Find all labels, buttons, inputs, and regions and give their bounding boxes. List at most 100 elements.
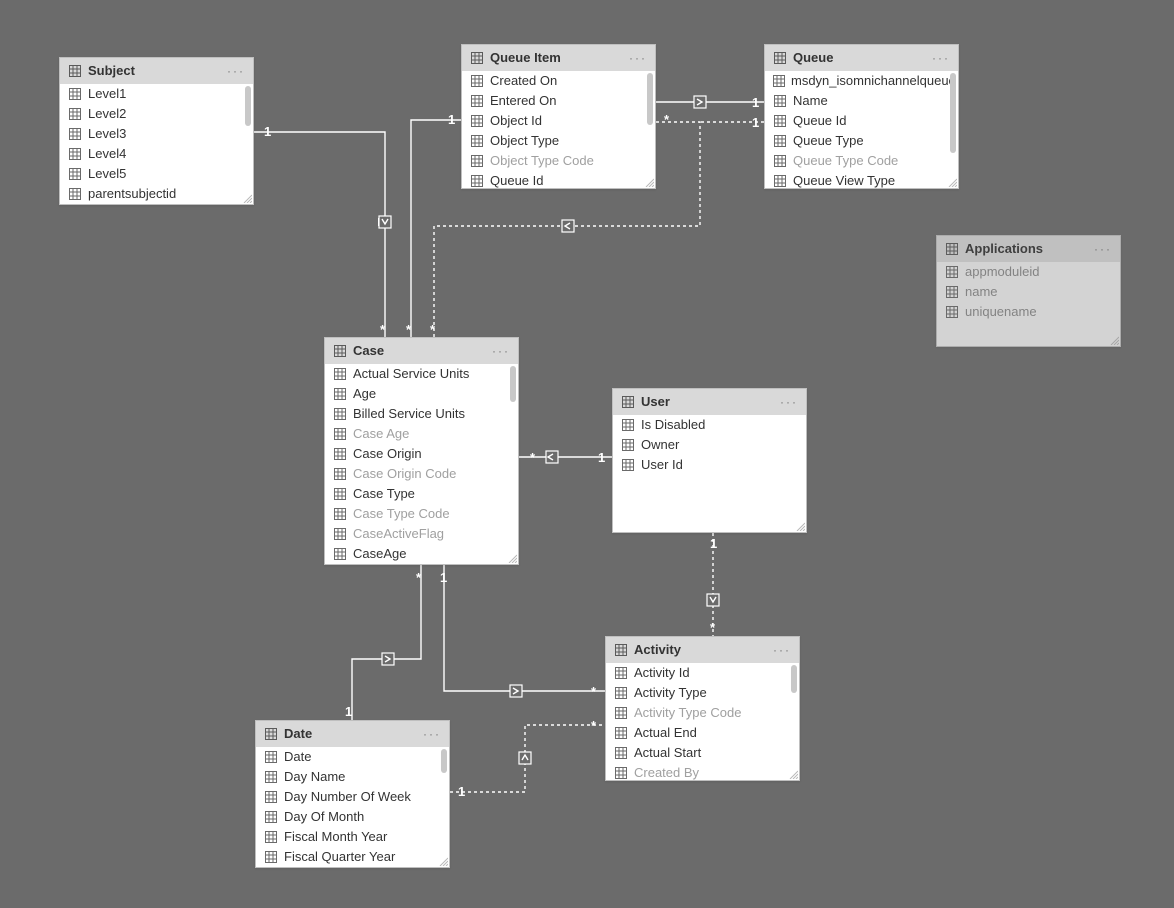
field-row[interactable]: Name — [765, 91, 958, 111]
field-row[interactable]: Activity Type Code — [606, 703, 799, 723]
entity-menu-button[interactable]: ··· — [629, 51, 647, 65]
field-row[interactable]: Billed Service Units — [325, 404, 518, 424]
field-row[interactable]: Case Age — [325, 424, 518, 444]
field-row[interactable]: Object Id — [462, 111, 655, 131]
table-icon — [470, 51, 484, 65]
field-label: Level5 — [88, 166, 126, 181]
scrollbar-thumb[interactable] — [791, 665, 797, 693]
entity-header[interactable]: Applications··· — [937, 236, 1120, 262]
entity-date[interactable]: Date···DateDay NameDay Number Of WeekDay… — [255, 720, 450, 868]
entity-header[interactable]: Subject··· — [60, 58, 253, 84]
entity-queue[interactable]: Queue···msdyn_isomnichannelqueue Name Queu… — [764, 44, 959, 189]
table-icon — [614, 643, 628, 657]
field-row[interactable]: Is Disabled — [613, 415, 806, 435]
field-row[interactable]: Level4 — [60, 144, 253, 164]
field-row[interactable]: Activity Type — [606, 683, 799, 703]
resize-grip[interactable] — [788, 769, 798, 779]
entity-menu-button[interactable]: ··· — [423, 727, 441, 741]
scrollbar-thumb[interactable] — [950, 73, 956, 153]
entity-menu-button[interactable]: ··· — [780, 395, 798, 409]
diagram-canvas[interactable]: Subject··· Level1 Level2Level3Level4 Level5… — [0, 0, 1174, 908]
field-row[interactable]: Owner — [613, 435, 806, 455]
entity-header[interactable]: User··· — [613, 389, 806, 415]
field-row[interactable]: CaseActiveFlag — [325, 524, 518, 544]
field-row[interactable]: Level2 — [60, 104, 253, 124]
column-icon — [333, 367, 347, 381]
field-row[interactable]: Actual End — [606, 723, 799, 743]
scrollbar-thumb[interactable] — [441, 749, 447, 773]
field-row[interactable]: name — [937, 282, 1120, 302]
column-icon — [68, 107, 82, 121]
entity-subject[interactable]: Subject··· Level1 Level2Level3Level4 Level5… — [59, 57, 254, 205]
field-row[interactable]: Level1 — [60, 84, 253, 104]
field-row[interactable]: Actual Service Units — [325, 364, 518, 384]
scrollbar-thumb[interactable] — [245, 86, 251, 126]
resize-grip[interactable] — [507, 553, 517, 563]
resize-grip[interactable] — [438, 856, 448, 866]
field-row[interactable]: Queue View Type — [765, 171, 958, 188]
cardinality-label: 1 — [710, 536, 717, 551]
cardinality-label: 1 — [440, 570, 447, 585]
entity-activity[interactable]: Activity···Activity IdActivity TypeActiv… — [605, 636, 800, 781]
field-label: Level1 — [88, 86, 126, 101]
resize-grip[interactable] — [947, 177, 957, 187]
resize-grip[interactable] — [644, 177, 654, 187]
field-label: Queue Id — [793, 113, 847, 128]
field-row[interactable]: Level3 — [60, 124, 253, 144]
field-row[interactable]: Activity Id — [606, 663, 799, 683]
field-row[interactable]: Actual Start — [606, 743, 799, 763]
entity-header[interactable]: Date··· — [256, 721, 449, 747]
field-row[interactable]: Day Name — [256, 767, 449, 787]
resize-grip[interactable] — [1109, 335, 1119, 345]
column-icon — [333, 447, 347, 461]
field-row[interactable]: parentsubjectid — [60, 184, 253, 204]
field-row[interactable]: Entered On — [462, 91, 655, 111]
field-row[interactable]: Date — [256, 747, 449, 767]
entity-header[interactable]: Queue··· — [765, 45, 958, 71]
entity-menu-button[interactable]: ··· — [1094, 242, 1112, 256]
entity-menu-button[interactable]: ··· — [932, 51, 950, 65]
field-row[interactable]: Age — [325, 384, 518, 404]
field-label: Name — [793, 93, 828, 108]
entity-header[interactable]: Case··· — [325, 338, 518, 364]
field-row[interactable]: Level5 — [60, 164, 253, 184]
entity-case[interactable]: Case···Actual Service UnitsAgeBilled Ser… — [324, 337, 519, 565]
cardinality-label: * — [430, 322, 435, 337]
field-row[interactable]: Case Type Code — [325, 504, 518, 524]
field-row[interactable]: Queue Type — [765, 131, 958, 151]
field-row[interactable]: Created On — [462, 71, 655, 91]
resize-grip[interactable] — [795, 521, 805, 531]
scrollbar-thumb[interactable] — [647, 73, 653, 125]
column-icon — [773, 134, 787, 148]
field-row[interactable]: appmoduleid — [937, 262, 1120, 282]
entity-menu-button[interactable]: ··· — [773, 643, 791, 657]
entity-menu-button[interactable]: ··· — [492, 344, 510, 358]
column-icon — [333, 427, 347, 441]
field-row[interactable]: Queue Id — [765, 111, 958, 131]
entity-queueitem[interactable]: Queue Item···Created OnEntered OnObject … — [461, 44, 656, 189]
field-row[interactable]: Day Of Month — [256, 807, 449, 827]
entity-menu-button[interactable]: ··· — [227, 64, 245, 78]
field-row[interactable]: Queue Type Code — [765, 151, 958, 171]
field-row[interactable]: Case Origin — [325, 444, 518, 464]
field-row[interactable]: Case Type — [325, 484, 518, 504]
field-row[interactable]: Object Type — [462, 131, 655, 151]
field-row[interactable]: Fiscal Month Year — [256, 827, 449, 847]
field-row[interactable]: Day Number Of Week — [256, 787, 449, 807]
entity-applications[interactable]: Applications···appmoduleidnameuniquename — [936, 235, 1121, 347]
resize-grip[interactable] — [242, 193, 252, 203]
field-row[interactable]: Case Origin Code — [325, 464, 518, 484]
field-row[interactable]: msdyn_isomnichannelqueue — [765, 71, 958, 91]
field-row[interactable]: Queue Id — [462, 171, 655, 188]
field-row[interactable]: uniquename — [937, 302, 1120, 322]
scrollbar-thumb[interactable] — [510, 366, 516, 402]
entity-user[interactable]: User···Is DisabledOwnerUser Id — [612, 388, 807, 533]
field-row[interactable]: Fiscal Quarter Year — [256, 847, 449, 867]
entity-header[interactable]: Activity··· — [606, 637, 799, 663]
field-row[interactable]: Object Type Code — [462, 151, 655, 171]
field-list: DateDay NameDay Number Of WeekDay Of Mon… — [256, 747, 449, 867]
entity-header[interactable]: Queue Item··· — [462, 45, 655, 71]
field-row[interactable]: Created By — [606, 763, 799, 780]
field-row[interactable]: User Id — [613, 455, 806, 475]
field-row[interactable]: CaseAge — [325, 544, 518, 564]
